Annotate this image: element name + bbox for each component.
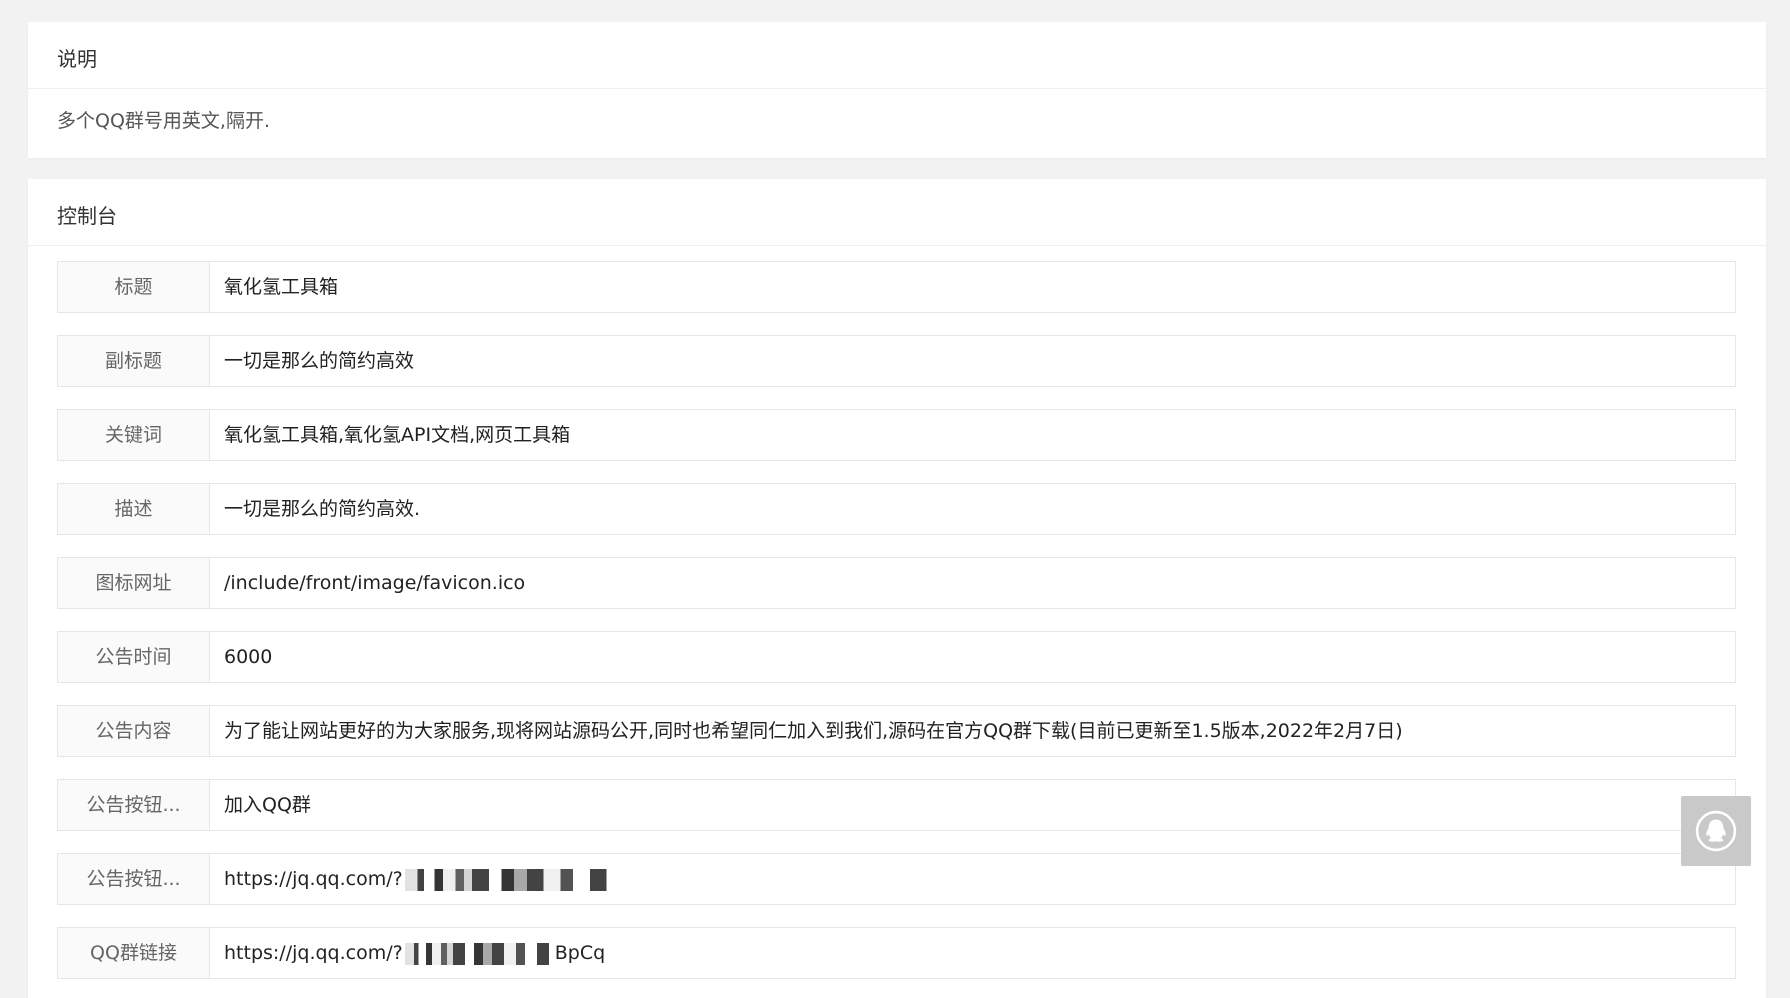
redacted-mosaic	[404, 868, 615, 891]
field-label-notice-button-text: 公告按钮...	[58, 780, 210, 830]
form-row-notice-content: 公告内容 为了能让网站更好的为大家服务,现将网站源码公开,同时也希望同仁加入到我…	[57, 705, 1736, 757]
console-card-title: 控制台	[28, 179, 1766, 246]
form-row-subtitle: 副标题 一切是那么的简约高效	[57, 335, 1736, 387]
field-label-notice-button-link: 公告按钮...	[58, 854, 210, 904]
title-input[interactable]: 氧化氢工具箱	[210, 262, 1735, 312]
notice-button-text-input[interactable]: 加入QQ群	[210, 780, 1735, 830]
subtitle-input[interactable]: 一切是那么的简约高效	[210, 336, 1735, 386]
field-label-qq-group-link: QQ群链接	[58, 928, 210, 978]
redacted-mosaic	[404, 942, 555, 965]
notice-content-input[interactable]: 为了能让网站更好的为大家服务,现将网站源码公开,同时也希望同仁加入到我们,源码在…	[210, 706, 1735, 756]
form-row-title: 标题 氧化氢工具箱	[57, 261, 1736, 313]
form-row-description: 描述 一切是那么的简约高效.	[57, 483, 1736, 535]
favicon-url-input[interactable]: /include/front/image/favicon.ico	[210, 558, 1735, 608]
qq-group-link-value: https://jq.qq.com/?	[224, 942, 403, 964]
field-label-title: 标题	[58, 262, 210, 312]
qq-group-link-suffix: BpCq	[554, 942, 606, 964]
field-label-subtitle: 副标题	[58, 336, 210, 386]
page: 说明 多个QQ群号用英文,隔开. 控制台 标题 氧化氢工具箱 副标题 一切是那么…	[0, 0, 1790, 998]
form-row-notice-button-link: 公告按钮... https://jq.qq.com/?	[57, 853, 1736, 905]
qq-group-link-input[interactable]: https://jq.qq.com/? BpCq	[210, 928, 1735, 978]
note-card-title: 说明	[28, 22, 1766, 89]
notice-time-input[interactable]: 6000	[210, 632, 1735, 682]
description-input[interactable]: 一切是那么的简约高效.	[210, 484, 1735, 534]
note-card-body: 多个QQ群号用英文,隔开.	[57, 110, 270, 132]
console-card: 控制台 标题 氧化氢工具箱 副标题 一切是那么的简约高效 关键词 氧化氢工具箱,…	[28, 179, 1766, 998]
form-row-notice-button-text: 公告按钮... 加入QQ群	[57, 779, 1736, 831]
notice-button-link-input[interactable]: https://jq.qq.com/?	[210, 854, 1735, 904]
field-label-description: 描述	[58, 484, 210, 534]
form-row-notice-time: 公告时间 6000	[57, 631, 1736, 683]
keywords-input[interactable]: 氧化氢工具箱,氧化氢API文档,网页工具箱	[210, 410, 1735, 460]
form-row-favicon-url: 图标网址 /include/front/image/favicon.ico	[57, 557, 1736, 609]
form-row-qq-group-link: QQ群链接 https://jq.qq.com/? BpCq	[57, 927, 1736, 979]
field-label-notice-content: 公告内容	[58, 706, 210, 756]
notice-button-link-value: https://jq.qq.com/?	[224, 868, 403, 890]
qq-contact-button[interactable]	[1681, 796, 1751, 866]
field-label-keywords: 关键词	[58, 410, 210, 460]
note-card: 说明 多个QQ群号用英文,隔开.	[28, 22, 1766, 158]
qq-penguin-icon	[1695, 810, 1737, 852]
field-label-notice-time: 公告时间	[58, 632, 210, 682]
field-label-favicon-url: 图标网址	[58, 558, 210, 608]
form-row-keywords: 关键词 氧化氢工具箱,氧化氢API文档,网页工具箱	[57, 409, 1736, 461]
settings-form: 标题 氧化氢工具箱 副标题 一切是那么的简约高效 关键词 氧化氢工具箱,氧化氢A…	[57, 261, 1736, 998]
